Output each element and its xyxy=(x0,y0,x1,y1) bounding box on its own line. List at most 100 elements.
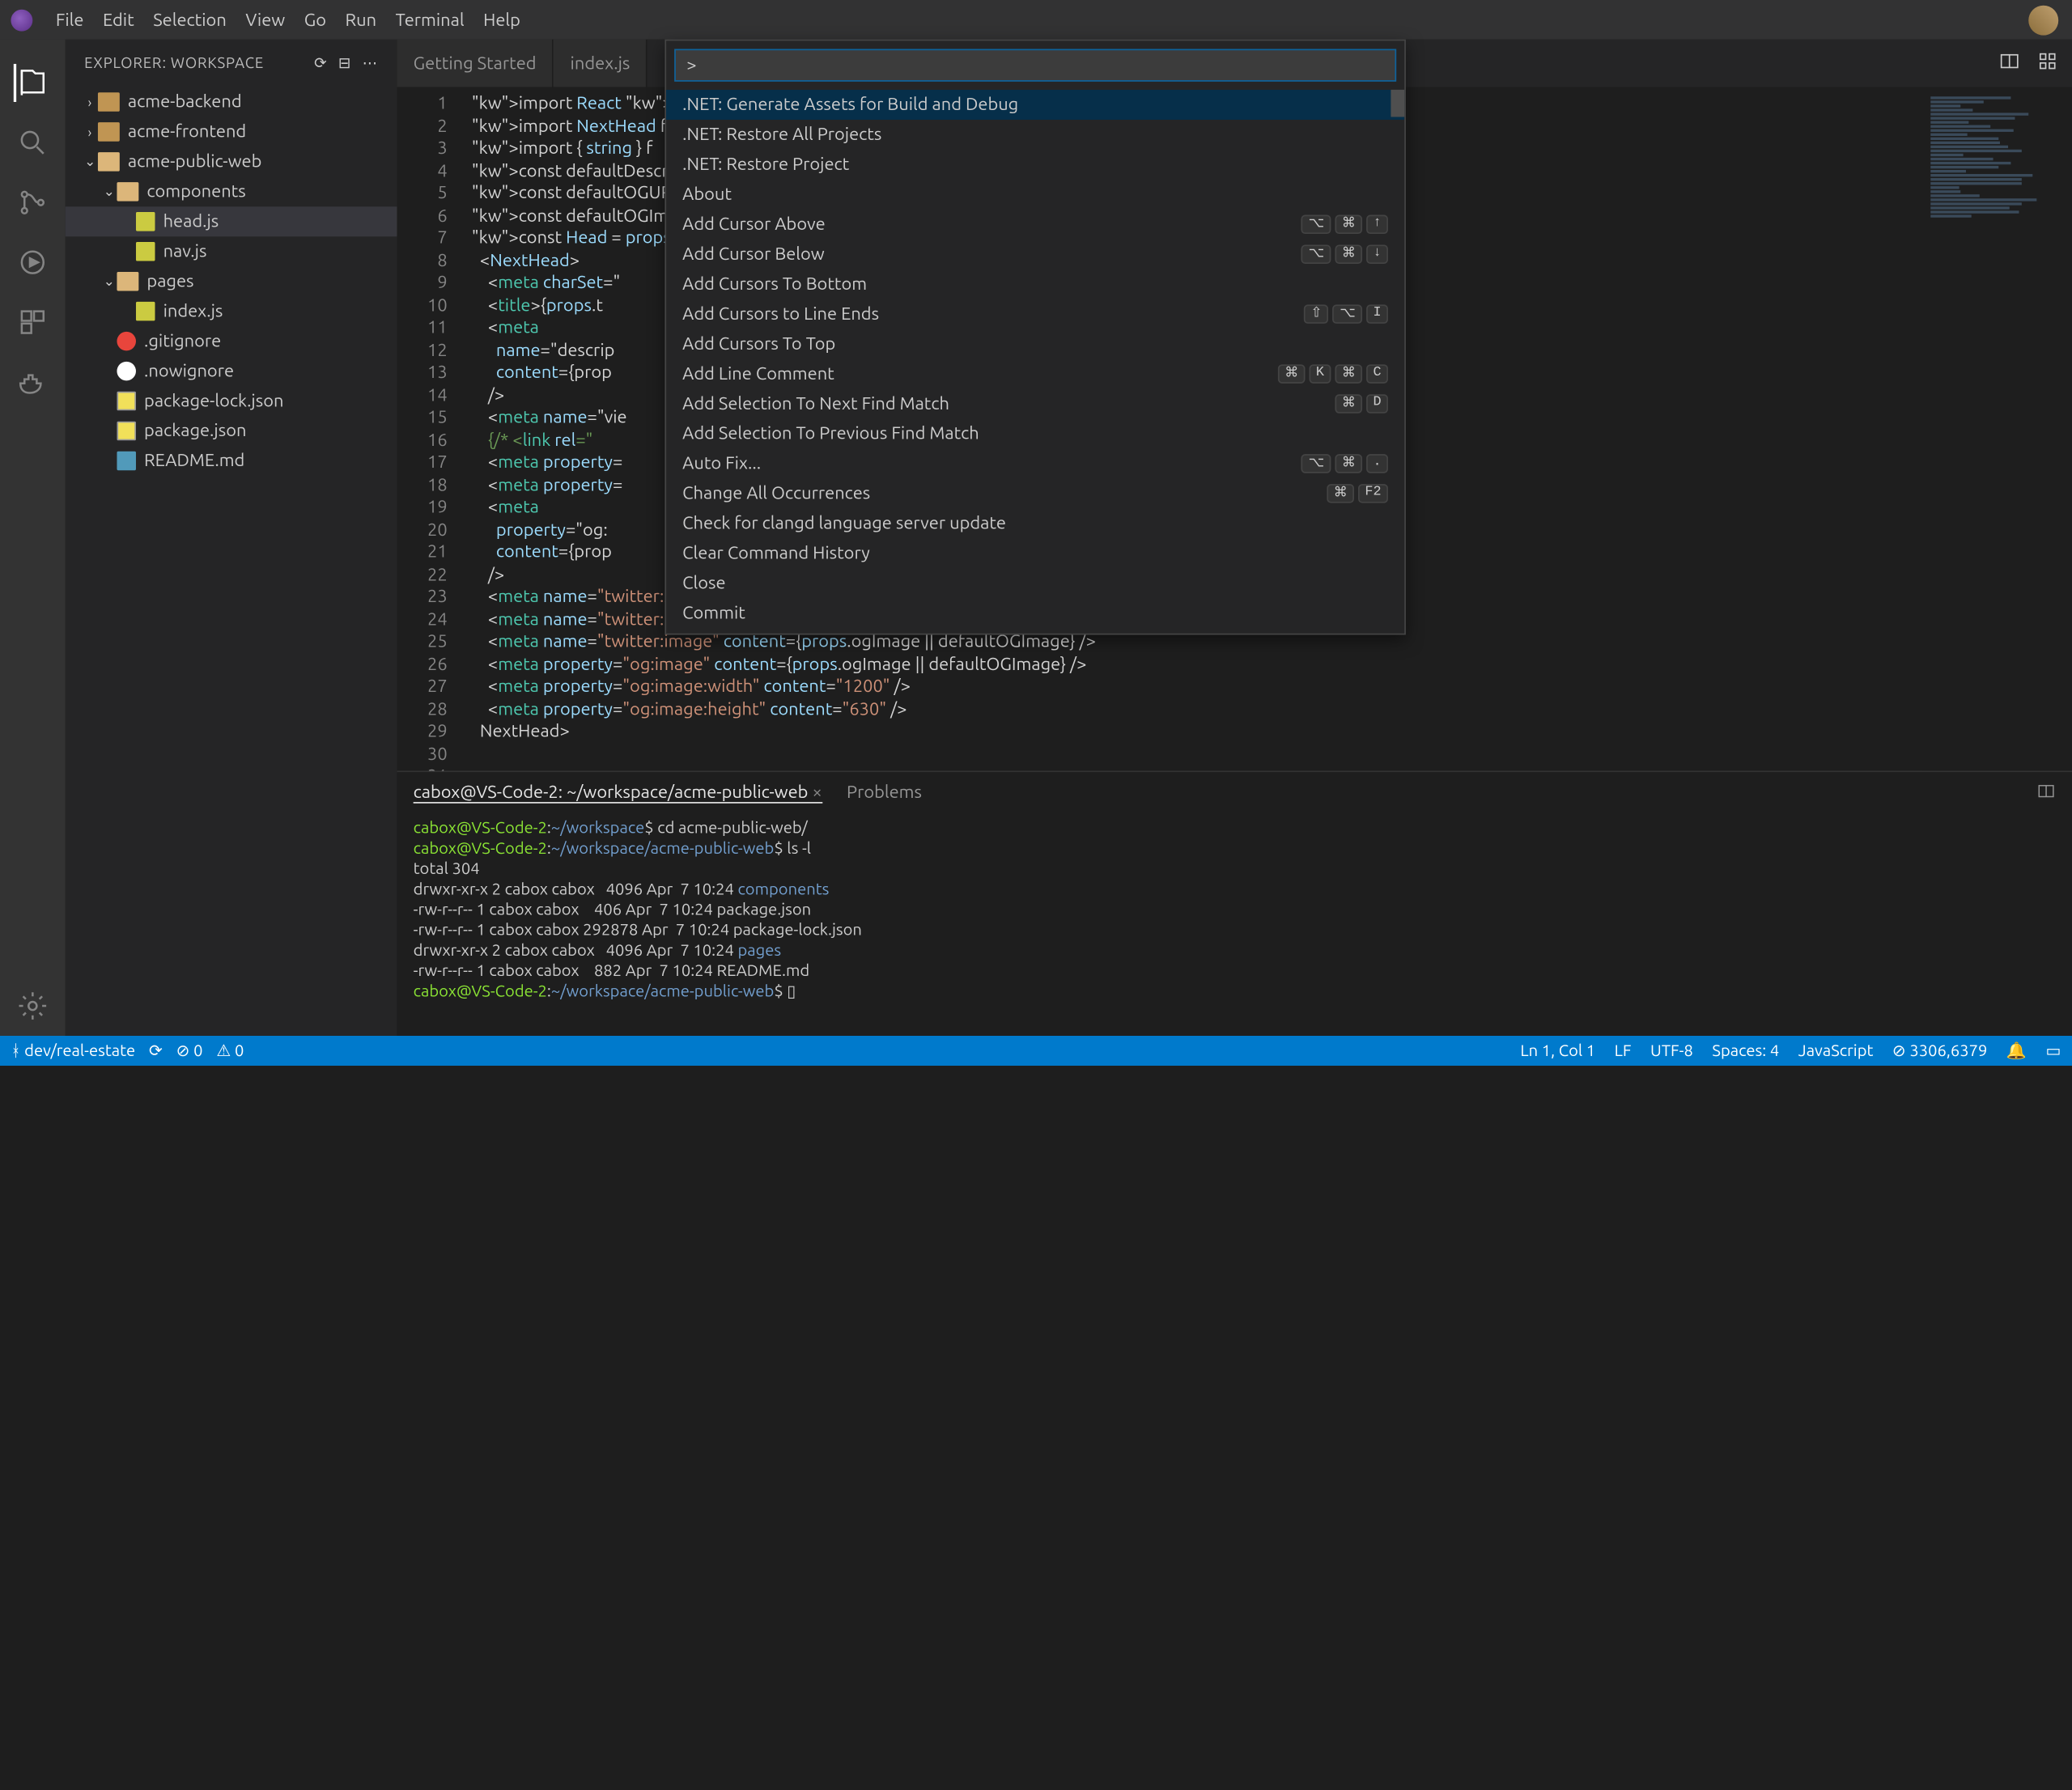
terminal-tab[interactable]: cabox@VS-Code-2: ~/workspace/acme-public… xyxy=(414,783,822,803)
status-bar: ᚼ dev/real-estate ⟳ ⊘ 0 ⚠ 0 Ln 1, Col 1 … xyxy=(0,1036,2072,1066)
command-item[interactable]: Add Line Comment⌘K⌘C xyxy=(666,358,1404,388)
tree-label: pages xyxy=(146,272,193,291)
warnings-count[interactable]: ⚠ 0 xyxy=(216,1041,244,1061)
panel-split-icon[interactable] xyxy=(2036,781,2072,804)
editor-tab[interactable]: index.js xyxy=(554,40,648,87)
menu-view[interactable]: View xyxy=(236,11,295,30)
cursor-position[interactable]: Ln 1, Col 1 xyxy=(1520,1042,1595,1060)
sync-icon[interactable]: ⟳ xyxy=(149,1041,163,1061)
command-palette-scrollbar[interactable] xyxy=(1391,90,1404,117)
extensions-icon[interactable] xyxy=(14,303,52,341)
json-icon xyxy=(117,392,136,411)
folder-icon xyxy=(98,122,120,142)
activity-bar xyxy=(0,40,66,1036)
tree-label: components xyxy=(146,182,245,201)
tree-item[interactable]: nav.js xyxy=(66,236,397,266)
language-mode[interactable]: JavaScript xyxy=(1798,1042,1874,1060)
tree-item[interactable]: .gitignore xyxy=(66,326,397,356)
menu-edit[interactable]: Edit xyxy=(93,11,143,30)
encoding-indicator[interactable]: UTF-8 xyxy=(1650,1042,1693,1060)
tree-label: acme-frontend xyxy=(128,122,246,142)
tree-item[interactable]: .nowignore xyxy=(66,356,397,386)
command-item[interactable]: Auto Fix...⌥⌘. xyxy=(666,448,1404,478)
command-item[interactable]: Add Cursor Below⌥⌘↓ xyxy=(666,240,1404,269)
menu-file[interactable]: File xyxy=(46,11,93,30)
menu-terminal[interactable]: Terminal xyxy=(386,11,474,30)
command-item[interactable]: Add Cursors To Bottom xyxy=(666,269,1404,299)
menu-selection[interactable]: Selection xyxy=(143,11,236,30)
errors-count[interactable]: ⊘ 0 xyxy=(176,1041,203,1061)
tree-label: head.js xyxy=(163,212,219,231)
more-icon[interactable]: ⋯ xyxy=(363,54,378,72)
folder open-icon xyxy=(98,152,120,172)
refresh-icon[interactable]: ⟳ xyxy=(314,54,327,72)
command-item[interactable]: Add Cursor Above⌥⌘↑ xyxy=(666,210,1404,240)
menu-help[interactable]: Help xyxy=(473,11,529,30)
indent-indicator[interactable]: Spaces: 4 xyxy=(1712,1042,1779,1060)
command-item[interactable]: .NET: Generate Assets for Build and Debu… xyxy=(666,90,1404,120)
source-control-icon[interactable] xyxy=(14,184,52,222)
command-item[interactable]: Add Selection To Next Find Match⌘D xyxy=(666,388,1404,418)
debug-icon[interactable] xyxy=(14,244,52,282)
command-item[interactable]: Commit xyxy=(666,598,1404,628)
tree-item[interactable]: ⌄pages xyxy=(66,266,397,296)
branch-indicator[interactable]: ᚼ dev/real-estate xyxy=(11,1042,135,1060)
command-item[interactable]: Add Cursors to Line Ends⇧⌥I xyxy=(666,299,1404,329)
tree-item[interactable]: ›acme-backend xyxy=(66,87,397,117)
command-item[interactable]: .NET: Restore Project xyxy=(666,150,1404,180)
layout-status-icon[interactable]: ▭ xyxy=(2046,1041,2061,1061)
collapse-icon[interactable]: ⊟ xyxy=(338,54,351,72)
folder open-icon xyxy=(117,182,138,201)
md-icon xyxy=(117,452,136,471)
layout-icon[interactable] xyxy=(2036,50,2058,76)
search-icon[interactable] xyxy=(14,124,52,162)
command-item[interactable]: Compare: Select for Compare xyxy=(666,628,1404,634)
app-logo xyxy=(11,9,32,31)
command-item[interactable]: .NET: Restore All Projects xyxy=(666,120,1404,150)
command-item[interactable]: Add Selection To Previous Find Match xyxy=(666,418,1404,448)
tree-item[interactable]: head.js xyxy=(66,206,397,236)
command-item[interactable]: Close xyxy=(666,568,1404,598)
user-avatar[interactable] xyxy=(2028,5,2058,35)
docker-icon[interactable] xyxy=(14,363,52,401)
command-item[interactable]: About xyxy=(666,180,1404,210)
command-item[interactable]: Change All Occurrences⌘F2 xyxy=(666,478,1404,508)
js-icon xyxy=(136,302,155,321)
tree-item[interactable]: ⌄components xyxy=(66,176,397,206)
tree-item[interactable]: package.json xyxy=(66,416,397,446)
bottom-panel: cabox@VS-Code-2: ~/workspace/acme-public… xyxy=(397,770,2072,1036)
tree-item[interactable]: package-lock.json xyxy=(66,386,397,416)
tree-label: acme-public-web xyxy=(128,152,261,172)
eol-indicator[interactable]: LF xyxy=(1615,1042,1632,1060)
settings-gear-icon[interactable] xyxy=(14,987,52,1025)
minimap[interactable] xyxy=(1922,87,2072,771)
port-forward[interactable]: ⊘ 3306,6379 xyxy=(1892,1041,1987,1061)
command-palette-input[interactable] xyxy=(674,49,1396,81)
folder-icon xyxy=(98,92,120,112)
menubar: FileEditSelectionViewGoRunTerminalHelp xyxy=(0,0,2072,40)
tree-label: .nowignore xyxy=(144,362,234,381)
tree-item[interactable]: README.md xyxy=(66,446,397,476)
explorer-icon[interactable] xyxy=(14,64,52,102)
tree-label: package-lock.json xyxy=(144,392,283,411)
close-terminal-icon[interactable]: × xyxy=(812,783,822,802)
js-icon xyxy=(136,212,155,231)
tree-item[interactable]: index.js xyxy=(66,296,397,326)
file-tree: ›acme-backend›acme-frontend⌄acme-public-… xyxy=(66,87,397,1036)
menu-go[interactable]: Go xyxy=(295,11,336,30)
command-item[interactable]: Clear Command History xyxy=(666,538,1404,568)
problems-tab[interactable]: Problems xyxy=(847,783,922,803)
tree-label: .gitignore xyxy=(144,332,221,351)
menu-run[interactable]: Run xyxy=(336,11,386,30)
notifications-icon[interactable]: 🔔 xyxy=(2006,1041,2027,1061)
tree-item[interactable]: ⌄acme-public-web xyxy=(66,146,397,176)
command-item[interactable]: Check for clangd language server update xyxy=(666,508,1404,538)
command-item[interactable]: Add Cursors To Top xyxy=(666,329,1404,359)
editor-tab[interactable]: Getting Started xyxy=(397,40,554,87)
terminal-content[interactable]: cabox@VS-Code-2:~/workspace$ cd acme-pub… xyxy=(397,813,2072,1036)
command-palette: .NET: Generate Assets for Build and Debu… xyxy=(664,40,1405,635)
tree-item[interactable]: ›acme-frontend xyxy=(66,117,397,146)
split-editor-icon[interactable] xyxy=(1998,50,2020,76)
tree-label: index.js xyxy=(163,302,223,321)
tree-label: package.json xyxy=(144,422,246,441)
